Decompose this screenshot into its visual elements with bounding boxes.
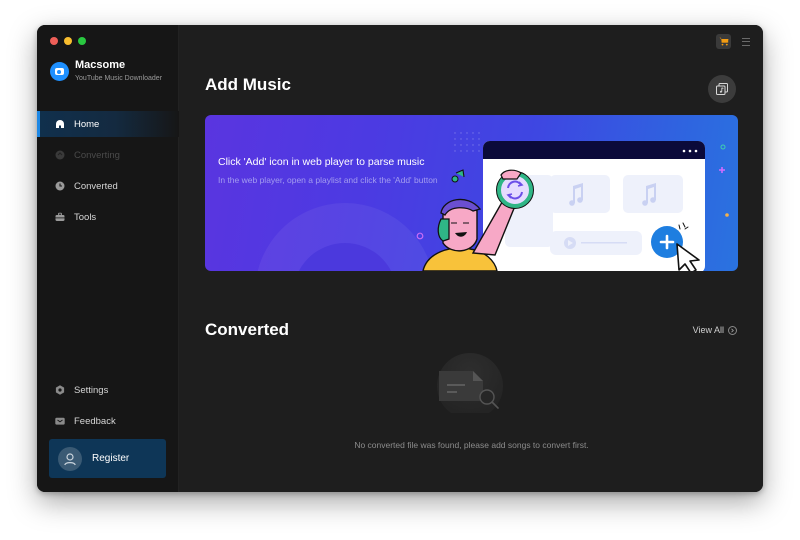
brand: Macsome YouTube Music Downloader <box>50 59 162 84</box>
menu-icon-line <box>742 44 750 46</box>
sidebar-item-label: Home <box>74 118 100 130</box>
add-music-library-button[interactable] <box>708 75 736 103</box>
menu-icon-line <box>742 37 750 39</box>
app-window: Macsome YouTube Music Downloader Home Co… <box>37 25 763 492</box>
view-all-link[interactable]: View All <box>693 325 737 335</box>
user-icon <box>58 446 82 471</box>
sidebar-item-tools[interactable]: Tools <box>37 204 179 230</box>
sidebar: Macsome YouTube Music Downloader Home Co… <box>37 25 179 492</box>
headphones-icon <box>437 218 450 242</box>
banner-title: Click 'Add' icon in web player to parse … <box>218 156 425 168</box>
decor-ring <box>720 144 726 150</box>
cart-icon <box>719 37 728 46</box>
sidebar-item-converting[interactable]: Converting <box>37 142 179 168</box>
sidebar-item-label: Tools <box>74 211 97 223</box>
sidebar-item-label: Settings <box>74 384 109 396</box>
cart-button[interactable] <box>716 34 731 49</box>
top-toolbar <box>716 34 751 49</box>
dot-grid-decor <box>454 132 480 152</box>
sidebar-bottom-nav: Settings Feedback <box>37 377 179 439</box>
converting-icon <box>55 150 65 160</box>
music-library-icon <box>716 83 728 95</box>
decor-ring <box>416 232 424 240</box>
sidebar-item-feedback[interactable]: Feedback <box>37 408 179 434</box>
home-icon <box>55 119 65 129</box>
sidebar-item-settings[interactable]: Settings <box>37 377 179 403</box>
app-name: Macsome <box>75 59 126 71</box>
minimize-window-button[interactable] <box>64 37 72 45</box>
app-subtitle: YouTube Music Downloader <box>75 75 163 82</box>
clock-icon <box>55 181 65 191</box>
sidebar-item-label: Converted <box>74 180 118 192</box>
sidebar-item-home[interactable]: Home <box>37 111 179 137</box>
browser-titlebar <box>483 141 705 159</box>
gear-icon <box>55 385 65 395</box>
mail-icon <box>55 416 65 426</box>
app-logo-icon <box>50 62 69 81</box>
sidebar-item-converted[interactable]: Converted <box>37 173 179 199</box>
main-panel: Add Music Click 'Add' icon in web player… <box>179 25 763 492</box>
menu-icon-line <box>742 41 750 42</box>
banner-subtitle: In the web player, open a playlist and c… <box>218 175 438 185</box>
converted-title: Converted <box>205 320 290 339</box>
register-label: Register <box>92 453 130 464</box>
zoom-window-button[interactable] <box>78 37 86 45</box>
close-window-button[interactable] <box>50 37 58 45</box>
window-controls <box>50 37 86 45</box>
empty-state-icon <box>437 353 503 413</box>
add-music-banner[interactable]: Click 'Add' icon in web player to parse … <box>205 115 738 271</box>
menu-button[interactable] <box>741 37 751 47</box>
decor-dot <box>725 213 729 217</box>
sidebar-item-label: Feedback <box>74 415 116 427</box>
decor-plus <box>719 167 725 173</box>
banner-illustration <box>416 132 729 271</box>
sidebar-item-label: Converting <box>74 149 120 161</box>
add-music-title: Add Music <box>205 75 291 94</box>
sidebar-nav: Home Converting Converted Tools <box>37 111 179 235</box>
chevron-right-icon <box>728 325 737 335</box>
empty-state-message: No converted file was found, please add … <box>354 440 589 450</box>
view-all-label: View All <box>692 325 724 335</box>
toolbox-icon <box>55 212 65 222</box>
music-note-decor <box>451 169 465 183</box>
register-button[interactable]: Register <box>49 439 166 478</box>
